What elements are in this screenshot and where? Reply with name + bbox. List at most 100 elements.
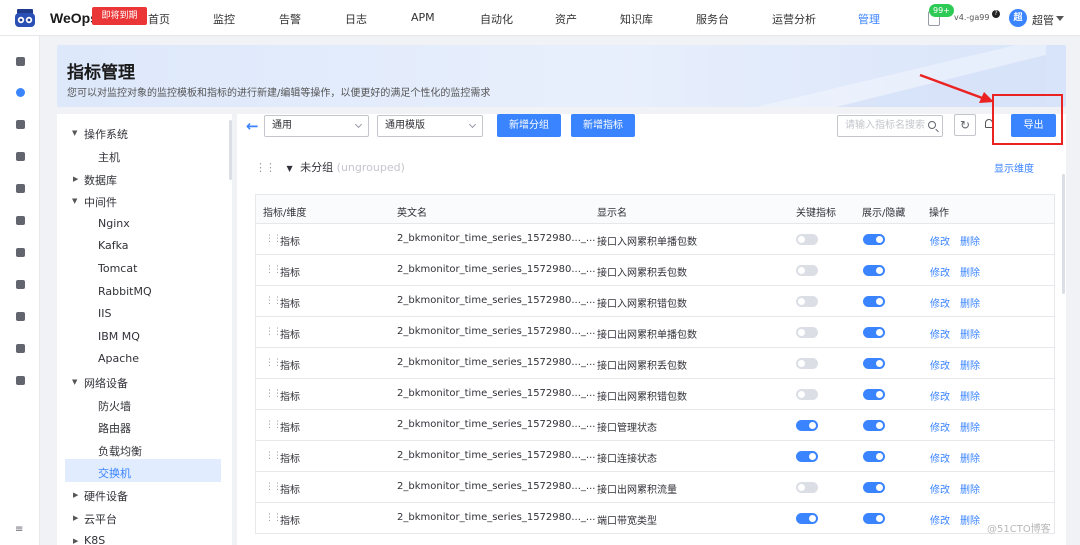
rail-clipboard-icon[interactable] [16, 312, 25, 321]
rail-log-icon[interactable] [16, 152, 25, 161]
nav-service-desk[interactable]: 服务台 [696, 11, 729, 27]
expand-arrow-icon[interactable]: ▼ [72, 129, 77, 137]
edit-link[interactable]: 修改 [930, 357, 950, 372]
delete-link[interactable]: 删除 [960, 450, 980, 465]
tree-item-nginx[interactable]: Nginx [98, 217, 130, 230]
tree-item-load-balancer[interactable]: 负载均衡 [98, 443, 142, 459]
nav-apm[interactable]: APM [411, 11, 435, 24]
nav-analytics[interactable]: 运营分析 [772, 11, 816, 27]
rail-book-icon[interactable] [16, 280, 25, 289]
collapse-arrow-icon[interactable]: ▶ [73, 537, 78, 545]
nav-log[interactable]: 日志 [345, 11, 367, 27]
rail-settings-icon[interactable] [16, 376, 25, 385]
collapse-arrow-icon[interactable]: ▶ [73, 175, 78, 183]
expiry-badge[interactable]: 即将到期 [92, 7, 147, 25]
drag-handle-icon[interactable]: ⋮⋮ [265, 265, 282, 275]
table-row[interactable]: ⋮⋮ 指标 2_bkmonitor_time_series_1572980..._.… [255, 317, 1055, 348]
user-name[interactable]: 超管 [1032, 12, 1054, 28]
nav-management[interactable]: 管理 [858, 11, 880, 27]
table-row[interactable]: ⋮⋮ 指标 2_bkmonitor_time_series_1572980..._.… [255, 472, 1055, 503]
delete-link[interactable]: 删除 [960, 481, 980, 496]
refresh-button[interactable]: ↻ [954, 114, 976, 136]
edit-link[interactable]: 修改 [930, 512, 950, 527]
delete-link[interactable]: 删除 [960, 388, 980, 403]
nav-monitor[interactable]: 监控 [213, 11, 235, 27]
drag-handle-icon[interactable]: ⋮⋮ [265, 482, 282, 492]
key-metric-toggle[interactable] [796, 358, 818, 369]
table-row[interactable]: ⋮⋮ 指标 2_bkmonitor_time_series_1572980..._.… [255, 503, 1055, 534]
object-type-select[interactable]: 通用 [264, 115, 369, 137]
drag-handle-icon[interactable]: ⋮⋮ [265, 513, 282, 523]
edit-link[interactable]: 修改 [930, 481, 950, 496]
table-row[interactable]: ⋮⋮ 指标 2_bkmonitor_time_series_1572980..._.… [255, 441, 1055, 472]
key-metric-toggle[interactable] [796, 296, 818, 307]
collapse-arrow-icon[interactable]: ▶ [73, 514, 78, 522]
table-row[interactable]: ⋮⋮ 指标 2_bkmonitor_time_series_1572980..._.… [255, 348, 1055, 379]
drag-handle-icon[interactable]: ⋮⋮ [265, 234, 282, 244]
key-metric-toggle[interactable] [796, 513, 818, 524]
delete-link[interactable]: 删除 [960, 264, 980, 279]
rail-monitor-icon[interactable] [16, 88, 25, 97]
tree-item-iis[interactable]: IIS [98, 307, 111, 320]
edit-link[interactable]: 修改 [930, 326, 950, 341]
visibility-toggle[interactable] [863, 513, 885, 524]
table-row[interactable]: ⋮⋮ 指标 2_bkmonitor_time_series_1572980..._.… [255, 255, 1055, 286]
tree-item-kafka[interactable]: Kafka [98, 239, 129, 252]
tree-item-router[interactable]: 路由器 [98, 420, 131, 436]
key-metric-toggle[interactable] [796, 451, 818, 462]
visibility-toggle[interactable] [863, 234, 885, 245]
drag-handle-icon[interactable]: ⋮⋮ [255, 161, 276, 174]
drag-handle-icon[interactable]: ⋮⋮ [265, 420, 282, 430]
user-menu-caret-icon[interactable] [1056, 16, 1064, 21]
edit-link[interactable]: 修改 [930, 450, 950, 465]
collapse-arrow-icon[interactable]: ▶ [73, 491, 78, 499]
brand-name[interactable]: WeOps [50, 10, 98, 26]
key-metric-toggle[interactable] [796, 234, 818, 245]
delete-link[interactable]: 删除 [960, 233, 980, 248]
caret-down-icon[interactable]: ▼ [287, 164, 293, 173]
key-metric-toggle[interactable] [796, 327, 818, 338]
add-metric-button[interactable]: 新增指标 [571, 114, 635, 137]
visibility-toggle[interactable] [863, 389, 885, 400]
key-metric-toggle[interactable] [796, 389, 818, 400]
table-row[interactable]: ⋮⋮ 指标 2_bkmonitor_time_series_1572980..._.… [255, 224, 1055, 255]
rail-overview-icon[interactable] [16, 57, 25, 66]
weops-logo-icon[interactable] [14, 8, 36, 28]
rail-dashboard-icon[interactable] [16, 184, 25, 193]
help-icon[interactable]: ? [992, 10, 1000, 18]
table-row[interactable]: ⋮⋮ 指标 2_bkmonitor_time_series_1572980..._.… [255, 379, 1055, 410]
template-select[interactable]: 通用模版 [377, 115, 483, 137]
user-avatar[interactable]: 超 [1009, 9, 1027, 27]
edit-link[interactable]: 修改 [930, 295, 950, 310]
tree-item-ibm-mq[interactable]: IBM MQ [98, 330, 140, 343]
tree-item-firewall[interactable]: 防火墙 [98, 398, 131, 414]
edit-link[interactable]: 修改 [930, 388, 950, 403]
tree-item-network[interactable]: 网络设备 [84, 375, 128, 391]
visibility-toggle[interactable] [863, 451, 885, 462]
visibility-toggle[interactable] [863, 420, 885, 431]
tree-item-apache[interactable]: Apache [98, 352, 139, 365]
rail-alarm-icon[interactable] [16, 120, 25, 129]
drag-handle-icon[interactable]: ⋮⋮ [265, 327, 282, 337]
rail-chart-icon[interactable] [16, 344, 25, 353]
metric-search-input[interactable]: 请输入指标名搜索 [837, 115, 943, 137]
tree-item-tomcat[interactable]: Tomcat [98, 262, 137, 275]
nav-assets[interactable]: 资产 [555, 11, 577, 27]
rail-layers-icon[interactable] [16, 248, 25, 257]
drag-handle-icon[interactable]: ⋮⋮ [265, 451, 282, 461]
delete-link[interactable]: 删除 [960, 419, 980, 434]
table-row[interactable]: ⋮⋮ 指标 2_bkmonitor_time_series_1572980..._.… [255, 410, 1055, 441]
back-arrow-icon[interactable]: ← [246, 117, 259, 135]
nav-knowledge[interactable]: 知识库 [620, 11, 653, 27]
visibility-toggle[interactable] [863, 265, 885, 276]
edit-link[interactable]: 修改 [930, 264, 950, 279]
tree-item-hardware[interactable]: 硬件设备 [84, 488, 128, 504]
nav-home[interactable]: 首页 [148, 11, 170, 27]
tree-item-host[interactable]: 主机 [98, 149, 120, 165]
delete-link[interactable]: 删除 [960, 295, 980, 310]
drag-handle-icon[interactable]: ⋮⋮ [265, 358, 282, 368]
visibility-toggle[interactable] [863, 296, 885, 307]
add-group-button[interactable]: 新增分组 [497, 114, 561, 137]
edit-link[interactable]: 修改 [930, 233, 950, 248]
drag-handle-icon[interactable]: ⋮⋮ [265, 296, 282, 306]
